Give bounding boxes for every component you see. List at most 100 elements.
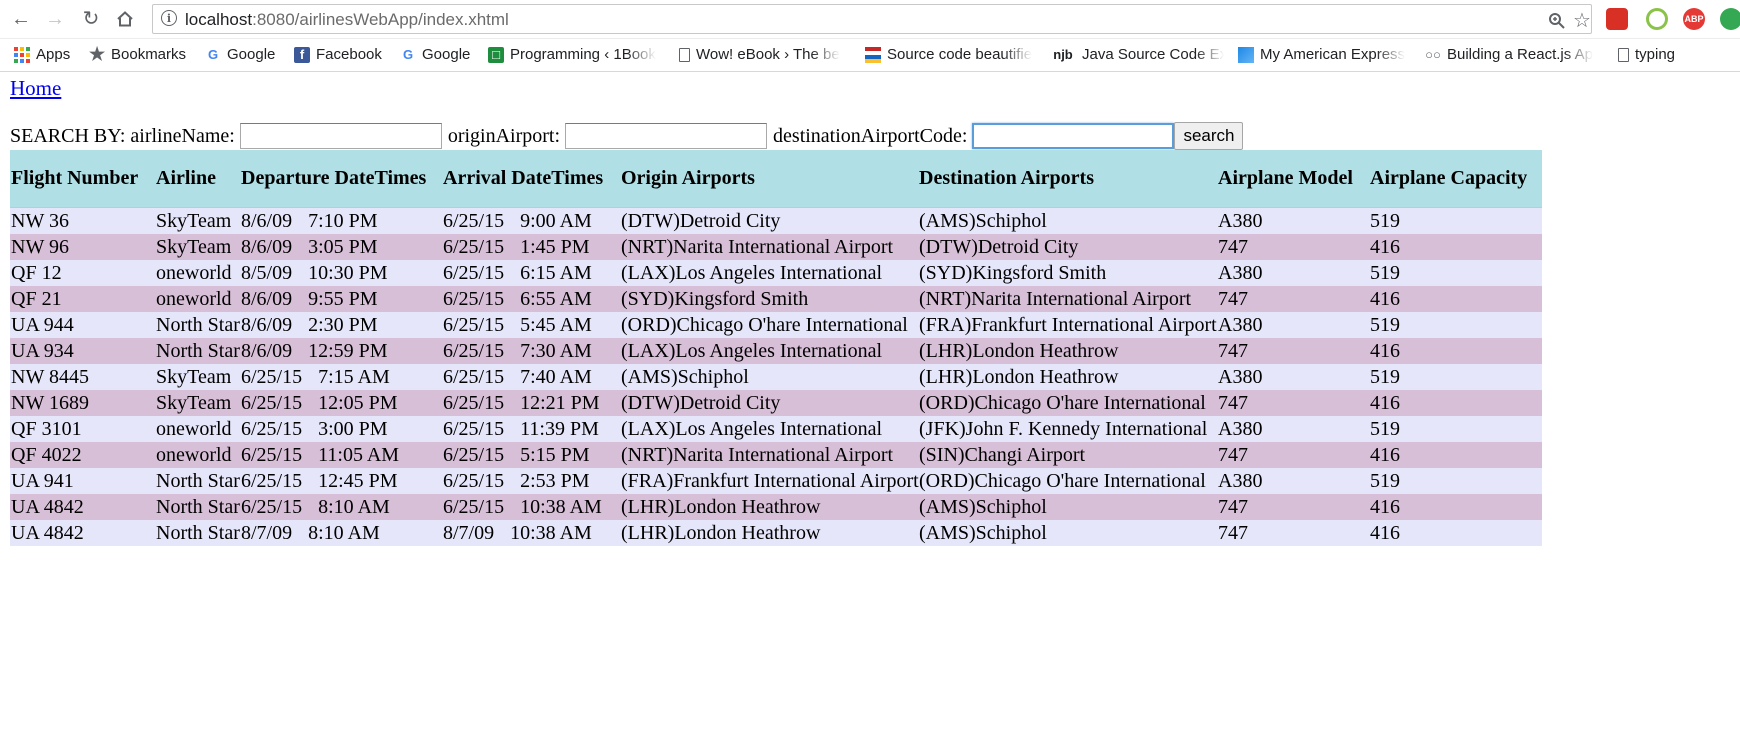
red-book-extension-icon[interactable] bbox=[1606, 8, 1628, 30]
bookmark-source-code-beautifier[interactable]: Source code beautifie bbox=[865, 46, 1035, 63]
cell-flight-number-flight: QF 12 bbox=[11, 262, 62, 284]
cell-flight-number: NW 36 bbox=[10, 207, 155, 234]
cell-airline: North Star bbox=[155, 312, 240, 338]
header-destination[interactable]: Destination Airports bbox=[918, 150, 1217, 208]
header-airplane-model[interactable]: Airplane Model bbox=[1217, 150, 1369, 208]
cell-departure: 8/5/09 10:30 PM bbox=[240, 260, 442, 286]
header-arrival[interactable]: Arrival DateTimes bbox=[442, 150, 620, 208]
airline-name-input[interactable] bbox=[239, 123, 442, 149]
cell-flight-number: QF 21 bbox=[10, 286, 155, 312]
cell-airplane-model: A380 bbox=[1217, 364, 1369, 390]
cell-origin: (LAX)Los Angeles International bbox=[620, 260, 918, 286]
bookmark-google-1[interactable]: G Google bbox=[205, 46, 275, 63]
cell-departure-dep-time: 8:10 AM bbox=[308, 522, 380, 544]
cell-origin: (FRA)Frankfurt International Airport bbox=[620, 468, 919, 494]
bookmark-facebook[interactable]: f Facebook bbox=[294, 46, 382, 63]
cell-airplane-model: A380 bbox=[1217, 260, 1369, 286]
cell-airplane-model: 747 bbox=[1217, 494, 1369, 520]
cell-airplane-capacity: 416 bbox=[1369, 338, 1542, 364]
address-bar[interactable]: i localhost:8080/airlinesWebApp/index.xh… bbox=[152, 4, 1592, 34]
cell-flight-number: UA 941 bbox=[10, 468, 155, 494]
cell-arrival-arr-date: 6/25/15 bbox=[443, 496, 505, 518]
cell-destination: (SYD)Kingsford Smith bbox=[918, 260, 1217, 286]
bookmark-building-react[interactable]: ○○ Building a React.js Ap bbox=[1425, 46, 1597, 63]
cell-destination: (LHR)London Heathrow bbox=[918, 338, 1217, 364]
cell-airline-airline: oneworld bbox=[156, 288, 232, 310]
bookmark-programming[interactable]: □ Programming ‹ 1Book bbox=[488, 46, 662, 63]
search-button[interactable]: search bbox=[1174, 122, 1244, 150]
cell-departure-dep-date: 6/25/15 bbox=[241, 366, 303, 388]
browser-toolbar: ← → ↻ i localhost:8080/airlinesWebApp/in… bbox=[0, 0, 1740, 39]
cell-origin: (LHR)London Heathrow bbox=[620, 520, 918, 546]
cell-destination: (DTW)Detroid City bbox=[918, 234, 1217, 260]
table-row: UA 944 North Star 8/6/09 2:30 PM 6/25/15 5:45… bbox=[10, 312, 1542, 338]
cell-airline-airline: SkyTeam bbox=[156, 392, 232, 414]
cell-airline: oneworld bbox=[155, 286, 240, 312]
bookmark-typing[interactable]: typing bbox=[1618, 46, 1675, 63]
bookmark-java-source-code[interactable]: njb Java Source Code Exa bbox=[1050, 46, 1224, 63]
cell-departure: 8/6/09 7:10 PM bbox=[240, 207, 442, 234]
cell-airline: oneworld bbox=[155, 442, 240, 468]
bookmark-google-2[interactable]: G Google bbox=[400, 46, 470, 63]
origin-airport-input[interactable] bbox=[565, 123, 768, 149]
header-departure[interactable]: Departure DateTimes bbox=[240, 150, 442, 208]
green-q-extension-icon[interactable] bbox=[1646, 8, 1668, 30]
cell-arrival-arr-date: 6/25/15 bbox=[443, 314, 505, 336]
cell-arrival-arr-date: 6/25/15 bbox=[443, 288, 505, 310]
zoom-icon[interactable] bbox=[1548, 12, 1566, 35]
cell-origin-origin: (NRT)Narita International Airport bbox=[621, 444, 894, 466]
site-info-icon[interactable]: i bbox=[161, 10, 177, 26]
bookmark-apps[interactable]: Apps bbox=[14, 46, 70, 63]
cell-arrival-arr-date: 6/25/15 bbox=[443, 392, 505, 414]
cell-arrival-arr-date: 6/25/15 bbox=[443, 262, 505, 284]
cell-arrival-arr-time: 6:15 AM bbox=[520, 262, 592, 284]
cell-flight-number-flight: UA 944 bbox=[11, 314, 74, 336]
forward-arrow-icon[interactable]: → bbox=[42, 6, 68, 32]
home-link[interactable]: Home bbox=[10, 76, 61, 101]
url-text: localhost:8080/airlinesWebApp/index.xhtm… bbox=[185, 10, 509, 29]
cell-flight-number-flight: UA 941 bbox=[11, 470, 74, 492]
cell-flight-number: QF 3101 bbox=[10, 416, 155, 442]
home-icon[interactable] bbox=[112, 6, 138, 32]
table-row: QF 12 oneworld 8/5/09 10:30 PM 6/25/15 6:15 A… bbox=[10, 260, 1542, 286]
star-icon: ★ bbox=[89, 46, 106, 63]
njb-icon: njb bbox=[1053, 47, 1073, 62]
green-circle-extension-icon[interactable] bbox=[1720, 8, 1740, 30]
header-airline[interactable]: Airline bbox=[155, 150, 240, 208]
destination-airport-input[interactable] bbox=[972, 123, 1175, 149]
cell-arrival-arr-time: 5:15 PM bbox=[520, 444, 590, 466]
cell-departure: 8/6/09 3:05 PM bbox=[240, 234, 442, 260]
cell-departure-dep-date: 6/25/15 bbox=[241, 392, 303, 414]
reload-icon[interactable]: ↻ bbox=[78, 6, 104, 32]
cell-flight-number-flight: UA 4842 bbox=[11, 522, 84, 544]
cell-flight-number: UA 4842 bbox=[10, 520, 155, 546]
cell-airline: SkyTeam bbox=[155, 390, 240, 416]
header-airplane-capacity[interactable]: Airplane Capacity bbox=[1369, 150, 1542, 208]
cell-airline-airline: oneworld bbox=[156, 262, 232, 284]
bookmark-bookmarks[interactable]: ★ Bookmarks bbox=[89, 46, 186, 63]
cell-departure-dep-time: 3:00 PM bbox=[318, 418, 388, 440]
cell-airline-airline: North Star bbox=[156, 340, 240, 362]
cell-arrival-arr-date: 8/7/09 bbox=[443, 522, 495, 544]
star-bookmark-icon[interactable]: ☆ bbox=[1573, 8, 1591, 33]
cell-airplane-model: A380 bbox=[1217, 468, 1369, 494]
header-flight-number[interactable]: Flight Number bbox=[10, 150, 155, 208]
cell-airline-airline: North Star bbox=[156, 470, 240, 492]
bookmark-american-express[interactable]: My American Express bbox=[1238, 46, 1410, 63]
adblock-plus-extension-icon[interactable]: ABP bbox=[1683, 8, 1705, 30]
header-origin[interactable]: Origin Airports bbox=[620, 150, 918, 208]
cell-arrival: 6/25/15 6:55 AM bbox=[442, 286, 620, 312]
cell-airline-airline: oneworld bbox=[156, 444, 232, 466]
cell-origin-origin: (AMS)Schiphol bbox=[621, 366, 749, 388]
cell-departure-dep-date: 8/6/09 bbox=[241, 288, 293, 310]
back-arrow-icon[interactable]: ← bbox=[8, 6, 34, 32]
cell-departure-dep-time: 3:05 PM bbox=[308, 236, 378, 258]
cell-airplane-model-model: 747 bbox=[1218, 444, 1248, 466]
cell-airplane-model-model: 747 bbox=[1218, 236, 1248, 258]
bookmark-wow-ebook[interactable]: Wow! eBook › The be bbox=[679, 46, 849, 63]
cell-destination-dest: (AMS)Schiphol bbox=[919, 522, 1047, 544]
cell-destination-dest: (ORD)Chicago O'hare International bbox=[919, 392, 1206, 414]
cell-arrival-arr-time: 1:45 PM bbox=[520, 236, 590, 258]
google-icon: G bbox=[207, 47, 219, 62]
cell-flight-number-flight: NW 36 bbox=[11, 210, 69, 232]
